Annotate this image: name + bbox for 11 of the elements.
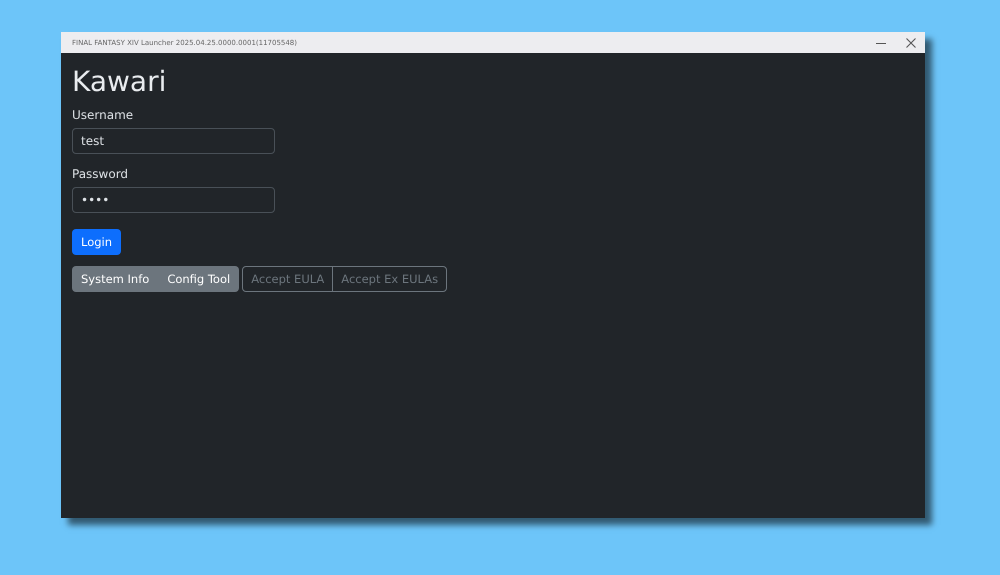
field-label: Username [72,108,134,122]
input-field[interactable]: •••• [72,187,275,213]
action-button[interactable]: Accept Ex EULAs [332,266,448,292]
app-heading: Kawari [72,64,168,100]
login-button[interactable]: Login [72,229,122,255]
action-button[interactable]: Accept EULA [242,266,334,292]
action-button[interactable]: Config Tool [158,266,240,292]
input-field[interactable]: test [72,128,275,154]
field-label: Password [72,167,130,181]
close-icon[interactable] [905,36,917,48]
action-button[interactable]: System Info [72,266,158,292]
